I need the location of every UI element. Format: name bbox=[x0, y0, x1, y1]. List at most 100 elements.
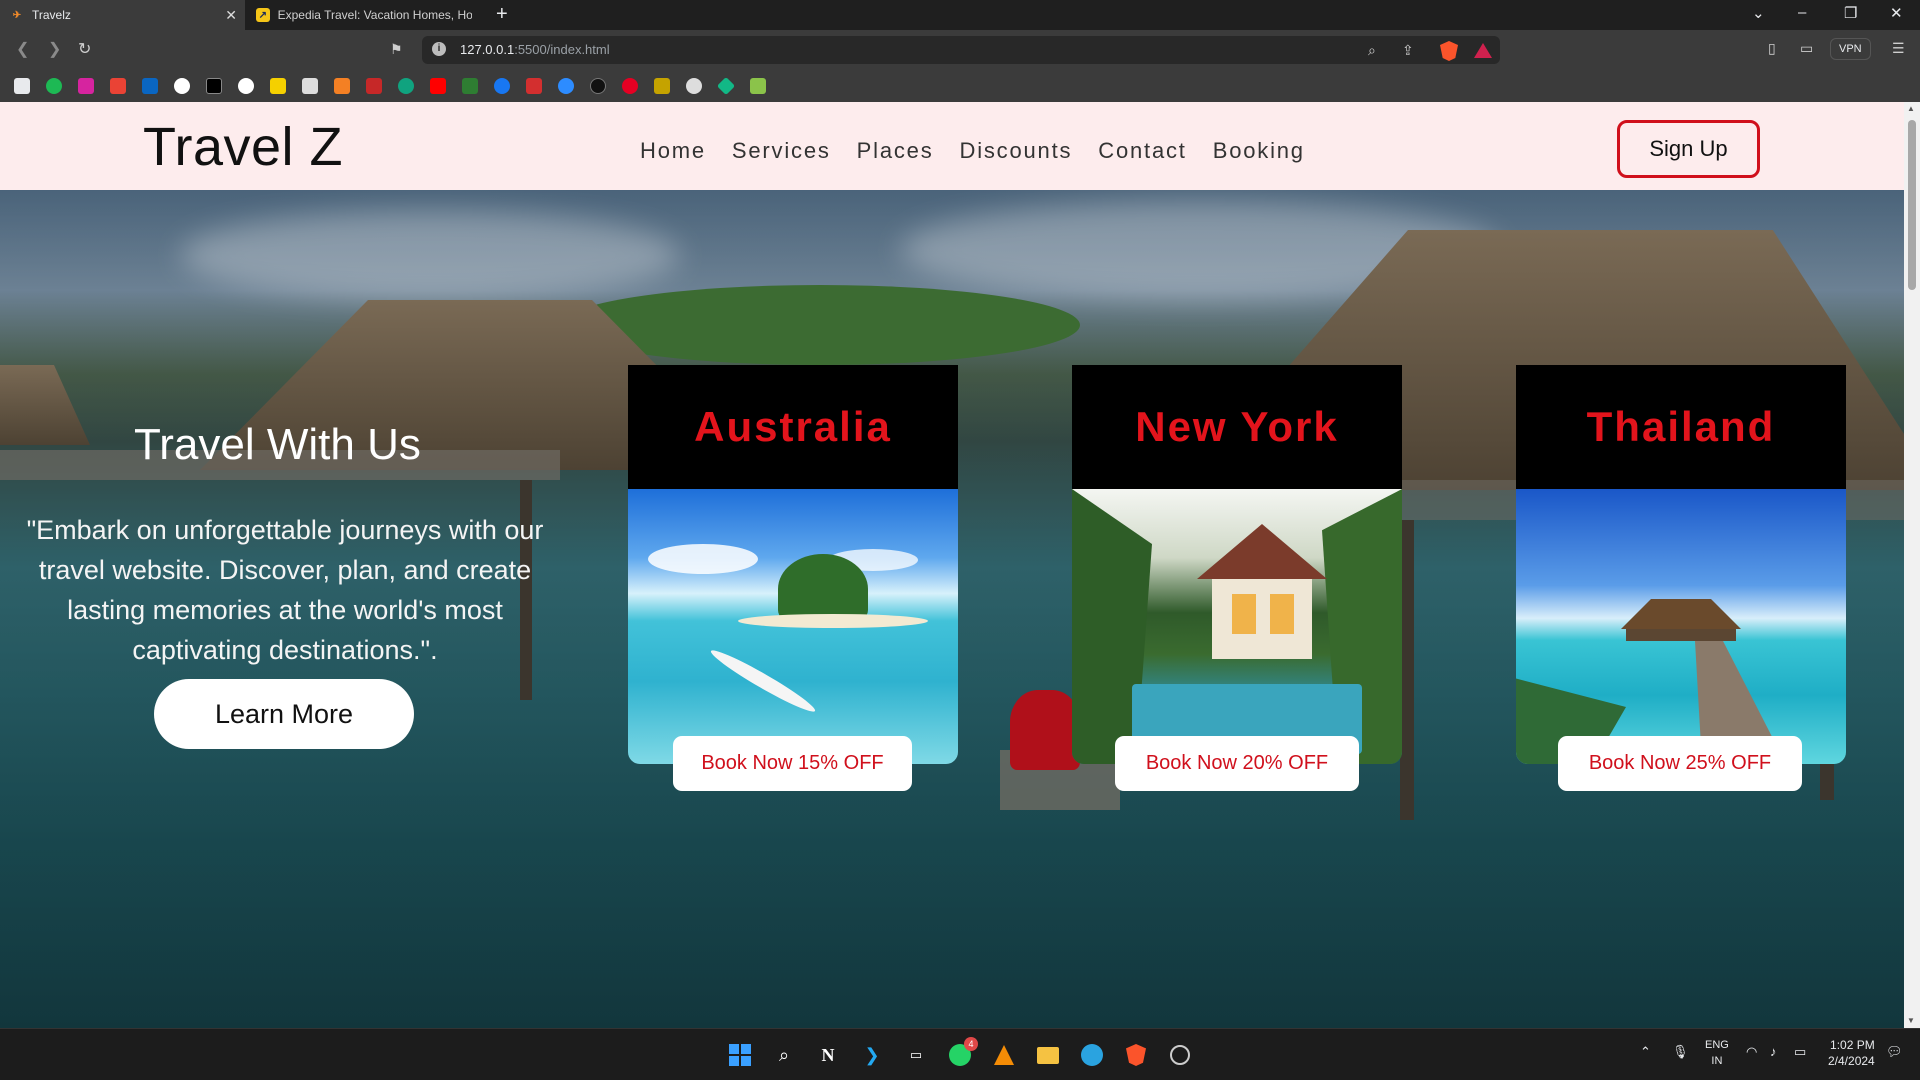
chatgpt-icon[interactable] bbox=[398, 78, 414, 94]
bookmark-photo-icon[interactable] bbox=[654, 78, 670, 94]
notifications-icon[interactable]: 💬︎ bbox=[1886, 1044, 1903, 1060]
nav-booking[interactable]: Booking bbox=[1213, 138, 1305, 164]
reload-icon[interactable]: ↻ bbox=[78, 39, 91, 59]
new-york-resort-image bbox=[1072, 489, 1402, 764]
language-indicator[interactable]: ENG IN bbox=[1705, 1037, 1729, 1069]
tab-search-icon[interactable]: ⌄ bbox=[1752, 4, 1765, 22]
brave-shields-icon[interactable] bbox=[1440, 41, 1458, 61]
linkedin-icon[interactable] bbox=[142, 78, 158, 94]
x-twitter-icon[interactable] bbox=[206, 78, 222, 94]
destination-card-australia[interactable]: Australia bbox=[628, 365, 958, 764]
notion-icon[interactable]: N bbox=[816, 1043, 840, 1067]
destination-card-new-york[interactable]: New York bbox=[1072, 365, 1402, 764]
nav-discounts[interactable]: Discounts bbox=[960, 138, 1073, 164]
vlc-icon[interactable] bbox=[992, 1043, 1016, 1067]
tab-travelz[interactable]: ✈ Travelz ✕ bbox=[0, 0, 245, 30]
url-path: :5500/index.html bbox=[514, 42, 610, 57]
share-icon[interactable]: ⇪ bbox=[1402, 42, 1414, 59]
url-bar[interactable]: i 127.0.0.1:5500/index.html ⌕ ⇪ bbox=[422, 36, 1500, 64]
bookmark-green-icon[interactable] bbox=[750, 78, 766, 94]
bookmark-w-icon[interactable] bbox=[462, 78, 478, 94]
site-info-icon[interactable]: i bbox=[432, 42, 446, 56]
villa-deck-shape bbox=[1626, 629, 1736, 641]
scroll-down-icon[interactable]: ▼ bbox=[1907, 1016, 1915, 1025]
amazon-icon[interactable] bbox=[302, 78, 318, 94]
taskbar: ⌕ N ❯ ▭ 4 ⌃ 🎙︎ ENG IN ◠ ♪ ▭ 1:02 PM 2/4/… bbox=[0, 1028, 1920, 1080]
telegram-icon[interactable] bbox=[1080, 1043, 1104, 1067]
sign-up-button[interactable]: Sign Up bbox=[1617, 120, 1760, 178]
scroll-thumb[interactable] bbox=[1908, 120, 1916, 290]
cloud-shape bbox=[648, 544, 758, 574]
book-new-york-button[interactable]: Book Now 20% OFF bbox=[1115, 736, 1359, 791]
url-text[interactable]: 127.0.0.1:5500/index.html bbox=[460, 42, 610, 57]
villa-window-shape bbox=[1232, 594, 1256, 634]
stackoverflow-icon[interactable] bbox=[334, 78, 350, 94]
close-window-icon[interactable]: ✕ bbox=[1890, 4, 1903, 22]
wifi-icon[interactable]: ◠ bbox=[1746, 1044, 1757, 1060]
learn-more-button[interactable]: Learn More bbox=[154, 679, 414, 749]
bookmark-diamond-icon[interactable] bbox=[716, 76, 736, 96]
info-bookmark-icon[interactable] bbox=[174, 78, 190, 94]
notes-icon[interactable] bbox=[270, 78, 286, 94]
region-code: IN bbox=[1711, 1055, 1723, 1067]
clock[interactable]: 1:02 PM 2/4/2024 bbox=[1828, 1037, 1875, 1069]
brave-rewards-icon[interactable] bbox=[1474, 43, 1492, 58]
nav-home[interactable]: Home bbox=[640, 138, 706, 164]
volume-icon[interactable]: ♪ bbox=[1770, 1044, 1777, 1059]
minimize-icon[interactable]: – bbox=[1798, 4, 1806, 21]
menu-icon[interactable]: ☰ bbox=[1892, 40, 1905, 57]
nav-places[interactable]: Places bbox=[857, 138, 934, 164]
back-icon[interactable]: ❮ bbox=[16, 39, 29, 59]
wallet-icon[interactable]: ▭ bbox=[1800, 40, 1813, 57]
microphone-icon[interactable]: 🎙︎ bbox=[1672, 1044, 1689, 1060]
main-nav: Home Services Places Discounts Contact B… bbox=[640, 138, 1331, 164]
windows-start-icon[interactable] bbox=[728, 1043, 752, 1067]
nav-services[interactable]: Services bbox=[732, 138, 831, 164]
search-icon[interactable]: ⌕ bbox=[772, 1043, 796, 1067]
pinterest-icon[interactable] bbox=[622, 78, 638, 94]
restore-icon[interactable]: ❐ bbox=[1844, 4, 1857, 22]
bookmark-dark-icon[interactable] bbox=[590, 78, 606, 94]
file-explorer-icon[interactable] bbox=[1036, 1043, 1060, 1067]
brave-browser-icon[interactable] bbox=[1124, 1043, 1148, 1067]
book-australia-button[interactable]: Book Now 15% OFF bbox=[673, 736, 912, 791]
bookmark-red-icon[interactable] bbox=[366, 78, 382, 94]
zoom-meetings-icon[interactable] bbox=[558, 78, 574, 94]
zoom-icon[interactable]: ⌕ bbox=[1368, 42, 1376, 59]
bookmark-icon[interactable]: ⚑ bbox=[390, 41, 403, 58]
vscode-icon[interactable]: ❯ bbox=[860, 1043, 884, 1067]
show-hidden-icons-icon[interactable]: ⌃ bbox=[1640, 1044, 1651, 1060]
destination-card-thailand[interactable]: Thailand bbox=[1516, 365, 1846, 764]
book-thailand-button[interactable]: Book Now 25% OFF bbox=[1558, 736, 1802, 791]
instagram-icon[interactable] bbox=[78, 78, 94, 94]
whatsapp-icon[interactable]: 4 bbox=[948, 1037, 978, 1067]
tab-title: Travelz bbox=[32, 8, 71, 22]
gmail-icon[interactable] bbox=[110, 78, 126, 94]
forward-icon[interactable]: ❯ bbox=[48, 39, 61, 59]
card-title: Australia bbox=[628, 365, 958, 489]
site-logo[interactable]: Travel Z bbox=[143, 116, 343, 178]
expedia-favicon-icon: ↗ bbox=[256, 8, 270, 22]
chatgpt-app-icon[interactable] bbox=[1168, 1043, 1192, 1067]
scroll-up-icon[interactable]: ▲ bbox=[1907, 104, 1915, 113]
bookmark-l-icon[interactable] bbox=[526, 78, 542, 94]
bookmark-loop-icon[interactable] bbox=[686, 78, 702, 94]
url-host: 127.0.0.1 bbox=[460, 42, 515, 57]
bookmark-favicon-icon[interactable] bbox=[14, 78, 30, 94]
address-toolbar: ❮ ❯ ↻ ⚑ i 127.0.0.1:5500/index.html ⌕ ⇪ … bbox=[0, 30, 1920, 70]
page-scrollbar[interactable]: ▲ ▼ bbox=[1904, 102, 1920, 1028]
facebook-icon[interactable] bbox=[494, 78, 510, 94]
sidebar-icon[interactable]: ▯ bbox=[1768, 40, 1776, 57]
tab-expedia[interactable]: ↗ Expedia Travel: Vacation Homes, Hote bbox=[246, 0, 482, 30]
terminal-icon[interactable]: ▭ bbox=[904, 1043, 928, 1067]
close-tab-icon[interactable]: ✕ bbox=[225, 7, 237, 24]
language-code: ENG bbox=[1705, 1039, 1729, 1051]
new-tab-icon[interactable]: + bbox=[496, 3, 508, 26]
github-icon[interactable] bbox=[238, 78, 254, 94]
spotify-icon[interactable] bbox=[46, 78, 62, 94]
browser-tab-bar: ✈ Travelz ✕ ↗ Expedia Travel: Vacation H… bbox=[0, 0, 1920, 30]
battery-icon[interactable]: ▭ bbox=[1794, 1044, 1806, 1060]
nav-contact[interactable]: Contact bbox=[1098, 138, 1186, 164]
vpn-button[interactable]: VPN bbox=[1830, 38, 1871, 60]
youtube-icon[interactable] bbox=[430, 78, 446, 94]
